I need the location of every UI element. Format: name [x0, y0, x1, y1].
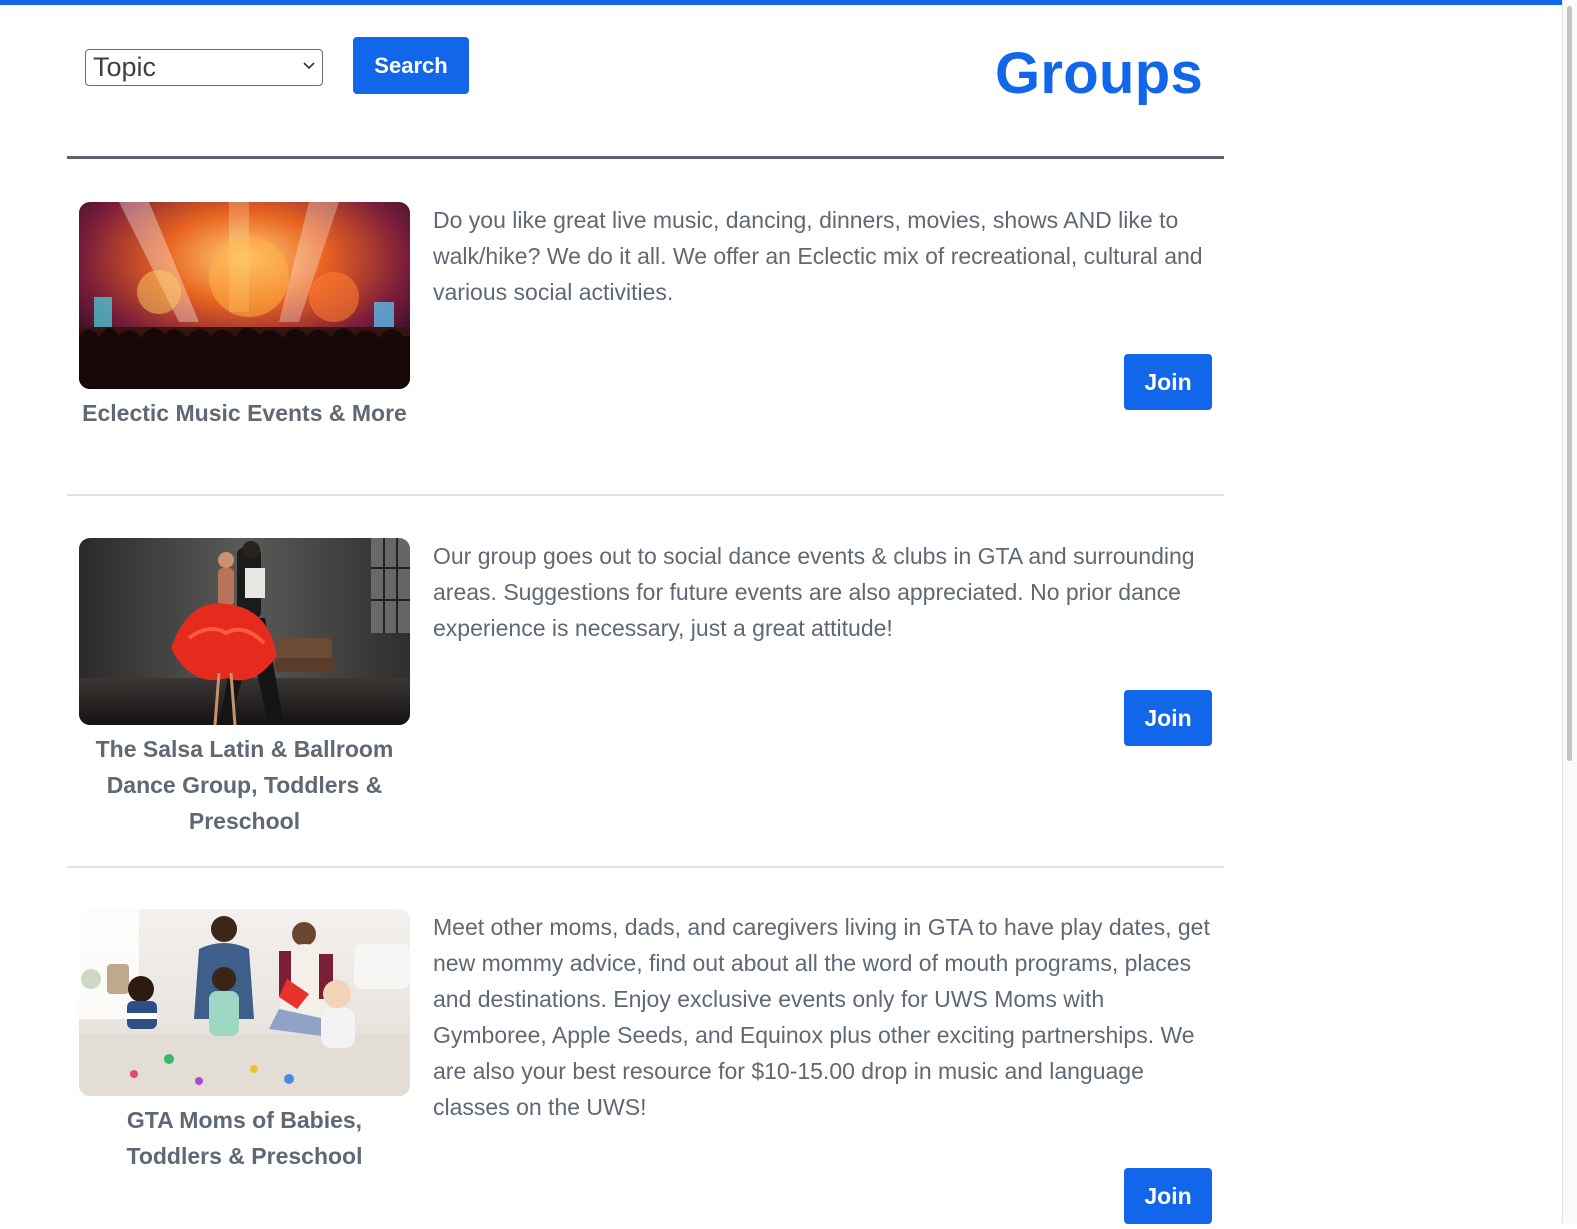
group-card-eclectic-music: Eclectic Music Events & More Do you like… [67, 202, 1224, 472]
scrollbar-thumb[interactable] [1567, 6, 1572, 761]
row-divider [67, 494, 1224, 496]
group-description: Meet other moms, dads, and caregivers li… [433, 914, 1210, 1120]
topic-select-value: Topic [93, 52, 157, 82]
chevron-down-icon [303, 62, 315, 70]
vertical-scrollbar[interactable] [1562, 0, 1577, 1223]
header-divider [67, 156, 1224, 159]
group-description: Our group goes out to social dance event… [433, 543, 1195, 641]
search-button[interactable]: Search [353, 37, 469, 94]
group-image-moms-with-toddlers[interactable] [79, 909, 410, 1096]
join-button[interactable]: Join [1124, 1168, 1212, 1224]
group-card-gta-moms: GTA Moms of Babies, Toddlers & Preschool… [67, 909, 1224, 1229]
group-image-concert-crowd[interactable] [79, 202, 410, 389]
row-divider [67, 866, 1224, 868]
group-title[interactable]: GTA Moms of Babies, Toddlers & Preschool [79, 1102, 410, 1174]
page-title: Groups [995, 41, 1204, 106]
group-title[interactable]: The Salsa Latin & Ballroom Dance Group, … [79, 731, 410, 839]
top-accent-bar [0, 0, 1577, 5]
group-title[interactable]: Eclectic Music Events & More [79, 395, 410, 431]
join-button[interactable]: Join [1124, 690, 1212, 746]
group-description: Do you like great live music, dancing, d… [433, 207, 1203, 305]
join-button[interactable]: Join [1124, 354, 1212, 410]
search-toolbar: Topic Search [85, 37, 469, 94]
topic-select[interactable]: Topic [85, 49, 323, 86]
group-image-dancing-couple[interactable] [79, 538, 410, 725]
group-card-salsa-dance: The Salsa Latin & Ballroom Dance Group, … [67, 538, 1224, 838]
